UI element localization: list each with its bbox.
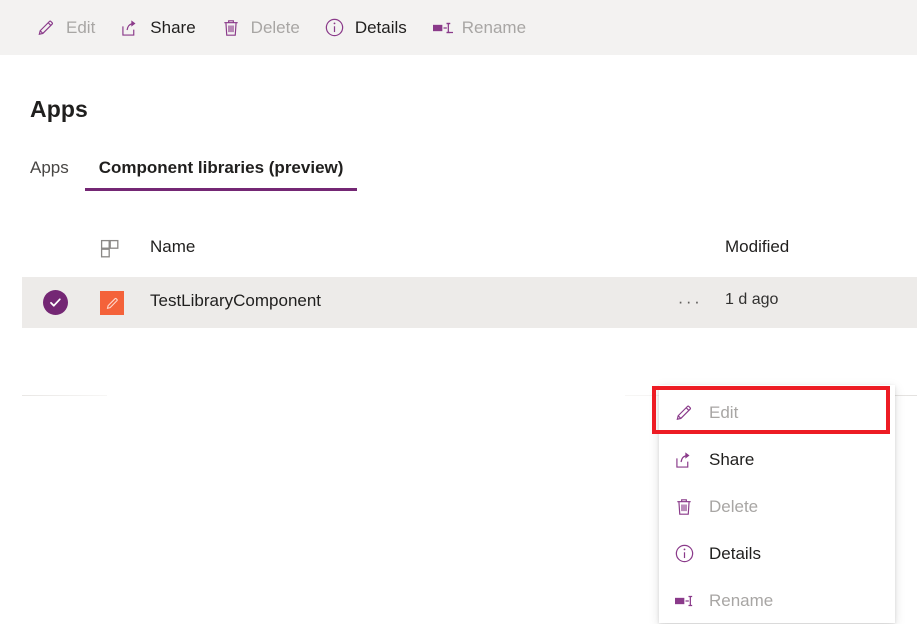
context-menu-edit-label: Edit bbox=[709, 402, 739, 422]
command-bar-rename-label: Rename bbox=[461, 18, 527, 37]
check-circle-icon[interactable] bbox=[43, 290, 68, 315]
context-menu-details-label: Details bbox=[709, 543, 761, 563]
context-menu-delete-label: Delete bbox=[709, 496, 759, 516]
table-row[interactable]: TestLibraryComponent ··· 1 d ago bbox=[22, 277, 917, 328]
info-icon bbox=[673, 543, 695, 565]
command-bar-edit-label: Edit bbox=[66, 18, 96, 37]
page-title: Apps bbox=[30, 96, 88, 122]
context-menu-rename-label: Rename bbox=[709, 590, 774, 610]
pencil-icon bbox=[673, 402, 695, 424]
command-bar-rename-button[interactable]: Rename bbox=[422, 6, 535, 50]
tab-component-libraries-label: Component libraries (preview) bbox=[98, 158, 344, 177]
context-menu-item-details[interactable]: Details bbox=[659, 530, 895, 577]
share-icon bbox=[673, 449, 695, 471]
list-header: Name Modified bbox=[22, 233, 895, 271]
command-bar: Edit Share Delete Details Rename bbox=[0, 0, 917, 55]
row-name-link[interactable]: TestLibraryComponent bbox=[150, 291, 321, 311]
row-divider-left bbox=[22, 395, 107, 396]
context-menu-item-rename[interactable]: Rename bbox=[659, 577, 895, 624]
tab-list: Apps Component libraries (preview) bbox=[30, 158, 358, 191]
context-menu-share-label: Share bbox=[709, 449, 755, 469]
command-bar-delete-label: Delete bbox=[250, 18, 300, 37]
tab-apps[interactable]: Apps bbox=[30, 158, 85, 191]
tab-apps-label: Apps bbox=[30, 158, 69, 177]
page-content: Apps Apps Component libraries (preview) … bbox=[0, 55, 917, 623]
tab-component-libraries[interactable]: Component libraries (preview) bbox=[84, 158, 358, 191]
component-grid-icon bbox=[100, 239, 122, 261]
row-modified-value: 1 d ago bbox=[725, 291, 779, 308]
column-header-name[interactable]: Name bbox=[150, 237, 195, 257]
command-bar-details-label: Details bbox=[354, 18, 407, 37]
trash-icon bbox=[673, 496, 695, 518]
command-bar-details-button[interactable]: Details bbox=[315, 6, 416, 50]
column-header-modified[interactable]: Modified bbox=[725, 237, 789, 257]
pencil-icon bbox=[35, 17, 57, 39]
rename-icon bbox=[431, 17, 453, 39]
share-icon bbox=[119, 17, 141, 39]
command-bar-delete-button[interactable]: Delete bbox=[211, 6, 309, 50]
pencil-app-tile-icon bbox=[100, 291, 124, 315]
command-bar-share-button[interactable]: Share bbox=[110, 6, 204, 50]
context-menu: Edit Share Delete Details Rename bbox=[659, 385, 895, 623]
info-icon bbox=[324, 17, 346, 39]
context-menu-item-delete[interactable]: Delete bbox=[659, 483, 895, 530]
command-bar-edit-button[interactable]: Edit bbox=[26, 6, 104, 50]
ellipsis-icon[interactable]: ··· bbox=[675, 288, 705, 316]
context-menu-item-edit[interactable]: Edit bbox=[659, 389, 895, 436]
trash-icon bbox=[220, 17, 242, 39]
context-menu-item-share[interactable]: Share bbox=[659, 436, 895, 483]
command-bar-share-label: Share bbox=[150, 18, 196, 37]
rename-icon bbox=[673, 590, 695, 612]
